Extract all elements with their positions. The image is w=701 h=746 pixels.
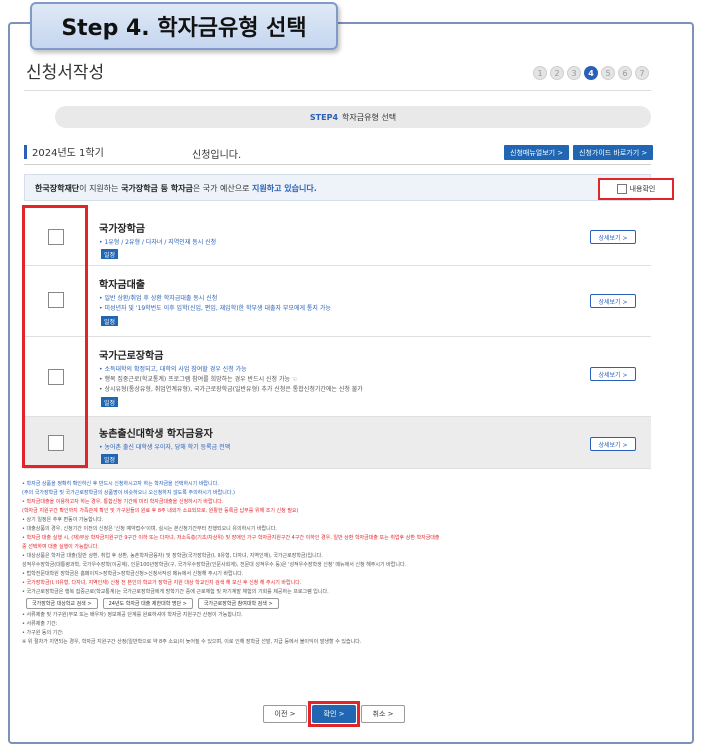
note-line: (학자금 지원구간 확인까지 가족관계 확인 및 가구원들의 원료 후 8주 내… [22,508,299,514]
step-dot-6: 6 [618,66,632,80]
page-title: 신청서작성 [26,63,105,83]
school-search-link[interactable]: 국가장학금 대상학교 검색 > [26,598,98,609]
item-desc: • 상시유형(통상유형, 취업연계유형), 국가근로장학금(일반유형) 추가 신… [99,386,363,393]
checkbox-icon[interactable] [616,184,627,194]
list-item: 농촌출신대학생 학자금융자 • 농어촌 출신 대학생 우이자, 당해 학기 등록… [24,417,651,469]
notes-after: • 서류제출 및 가구원(부모 또는 배우자) 정보제공 단계를 완료하셔야 학… [22,611,662,647]
note-line: 성적우수장학금(대통령과학, 국가우수장학(이공계), 인문100년장학금(구,… [22,562,407,568]
links-row: 국가장학금 대상학교 검색 > 24년도 학자금 대출 제한대학 명단 > 국가… [26,598,662,609]
item-title: 농촌출신대학생 학자금융자 [99,429,213,440]
semester-row: 2024년도 1학기 [24,144,104,159]
step-dot-3: 3 [567,66,581,80]
schedule-tag[interactable]: 일정 [101,316,119,326]
notice-bold2: 지원하고 있습니다. [252,184,317,193]
item-desc: • 1유형 / 2유형 / 다자녀 / 지역인재 동시 신청 [99,239,217,246]
item-title: 국가근로장학금 [99,351,164,362]
note-line: 중 선택하여 대출 실행이 가능합니다. [22,544,99,550]
note-line: • 국가근로장학금은 행복 집중근로(학교통계)는 국가근로장학금에게 방학기간… [22,589,329,595]
note-line: • 국가장학금(I, II유형, 다자녀, 지역인재) 신청 전 본인의 학교가… [22,580,302,586]
schedule-tag[interactable]: 일정 [101,397,119,407]
notice-mid1: 이 지원하는 [79,184,122,193]
manual-button[interactable]: 신청매뉴얼보기 > [504,145,570,160]
step-dot-2: 2 [550,66,564,80]
step-bar-number: STEP4 [309,112,339,122]
list-item: 국가장학금 • 1유형 / 2유형 / 다자녀 / 지역인재 동시 신청 일정 … [24,208,651,266]
step-banner: Step 4. 학자금유형 선택 [30,2,338,50]
divider [24,164,651,165]
step-indicator: 1 2 3 4 5 6 7 [533,66,649,80]
bottom-buttons: 이전 > 확인 > 취소 > [263,701,405,727]
consent-checkbox[interactable]: 내용확인 [598,178,674,200]
item-desc: • 미성년자 및 '19학번도 이후 입학(신입, 편입, 재입학)한 학부생 … [99,305,331,312]
detail-button[interactable]: 상세보기 > [590,230,636,244]
note-line: • 법학전문대학원 장학금은 홈페이지>장학금>장학금신청>신청서작성 메뉴에서… [22,571,244,577]
consent-label: 내용확인 [629,185,656,193]
step-dot-4-active: 4 [584,66,598,80]
detail-button[interactable]: 상세보기 > [590,294,636,308]
schedule-tag[interactable]: 일정 [101,249,119,259]
note-line: • 서류제출 및 가구원(부모 또는 배우자) 정보제공 단계를 완료하셔야 학… [22,612,243,618]
confirm-button[interactable]: 확인 > [312,705,356,723]
notes-list: • 학자금 상품을 정확히 확인하신 후 반드시 신청하시고자 하는 학자금을 … [22,480,662,597]
step-dot-7: 7 [635,66,649,80]
detail-button[interactable]: 상세보기 > [590,367,636,381]
note-line: • 상기 일정은 추후 변동이 가능합니다. [22,517,104,523]
note-line: • 서류제출 기간: [22,621,58,627]
notice-box: 한국장학재단이 지원하는 국가장학금 등 학자금은 국가 예산으로 지원하고 있… [24,174,674,201]
note-line: • 학자금 상품을 정확히 확인하신 후 반드시 신청하시고자 하는 학자금을 … [22,481,219,487]
item-desc: • 일반 상환/취업 후 상환 학자금대출 동시 신청 [99,295,218,302]
divider [24,90,651,91]
item-desc: • 소득대학의 확정되고, 대학의 사업 참여할 경우 신청 가능 [99,366,247,373]
loan-type-list: 국가장학금 • 1유형 / 2유형 / 다자녀 / 지역인재 동시 신청 일정 … [24,208,651,469]
step-dot-5: 5 [601,66,615,80]
restricted-list-link[interactable]: 24년도 학자금 대출 제한대학 명단 > [102,598,193,609]
note-line: • 대상상품은 학자금 대출(일반 상환, 취업 후 상환, 농촌학자금융자) … [22,553,323,559]
notes-section: • 학자금 상품을 정확히 확인하신 후 반드시 신청하시고자 하는 학자금을 … [22,480,662,647]
list-item: 국가근로장학금 • 소득대학의 확정되고, 대학의 사업 참여할 경우 신청 가… [24,337,651,417]
list-item: 학자금대출 • 일반 상환/취업 후 상환 학자금대출 동시 신청 • 미성년자… [24,266,651,337]
note-line: • 학자금대출을 이용하고자 하는 경우, 통합신청 기간에 미리 학자금대출을… [22,499,224,505]
guide-button[interactable]: 신청가이드 바로가기 > [573,145,654,160]
item-title: 국가장학금 [99,224,145,235]
apply-status: 신청입니다. [192,150,242,161]
step-bar-label: 학자금유형 선택 [342,112,397,122]
notice-bold1: 국가장학금 등 학자금 [121,184,193,193]
step-dot-1: 1 [533,66,547,80]
checkbox-highlight [22,205,88,468]
notice-text: 한국장학재단이 지원하는 국가장학금 등 학자금은 국가 예산으로 지원하고 있… [35,183,317,194]
semester-marker [24,144,27,159]
notice-org: 한국장학재단 [35,184,80,193]
note-line: • 학자금 대출 실행 시, (재)부상 학자금지원구간 9구간 이하 또는 다… [22,535,440,541]
prev-button[interactable]: 이전 > [263,705,307,723]
note-line: • 대출상품의 경우, 신청기간 이전의 신청은 '신청 예약접수'이며, 실시… [22,526,277,532]
notice-mid2: 은 국가 예산으로 [192,184,253,193]
note-line: ※ 위 절차가 지연되는 경우, 학자금 지원구간 산정(일반학으로 약 8주 … [22,639,362,645]
item-desc: • 농어촌 출신 대학생 우이자, 당해 학기 등록금 전액 [99,444,231,451]
work-study-search-link[interactable]: 국가근로장학금 참여대학 검색 > [197,598,279,609]
note-line: (주의 국가장학금 및 국가근로장학금의 상품명이 비슷하오니 오신청하지 않도… [22,490,235,496]
confirm-highlight: 확인 > [308,701,360,727]
note-line: • 가구원 동의 기간: [22,630,64,636]
step-bar: STEP4 학자금유형 선택 [55,106,651,128]
schedule-tag[interactable]: 일정 [101,454,119,464]
cancel-button[interactable]: 취소 > [361,705,405,723]
semester-label: 2024년도 1학기 [32,148,104,159]
detail-button[interactable]: 상세보기 > [590,437,636,451]
item-title: 학자금대출 [99,280,145,291]
item-desc: • 행복 집중근로(학교통계) 프로그램 참여를 희망하는 경우 반드시 신청 … [99,376,298,383]
